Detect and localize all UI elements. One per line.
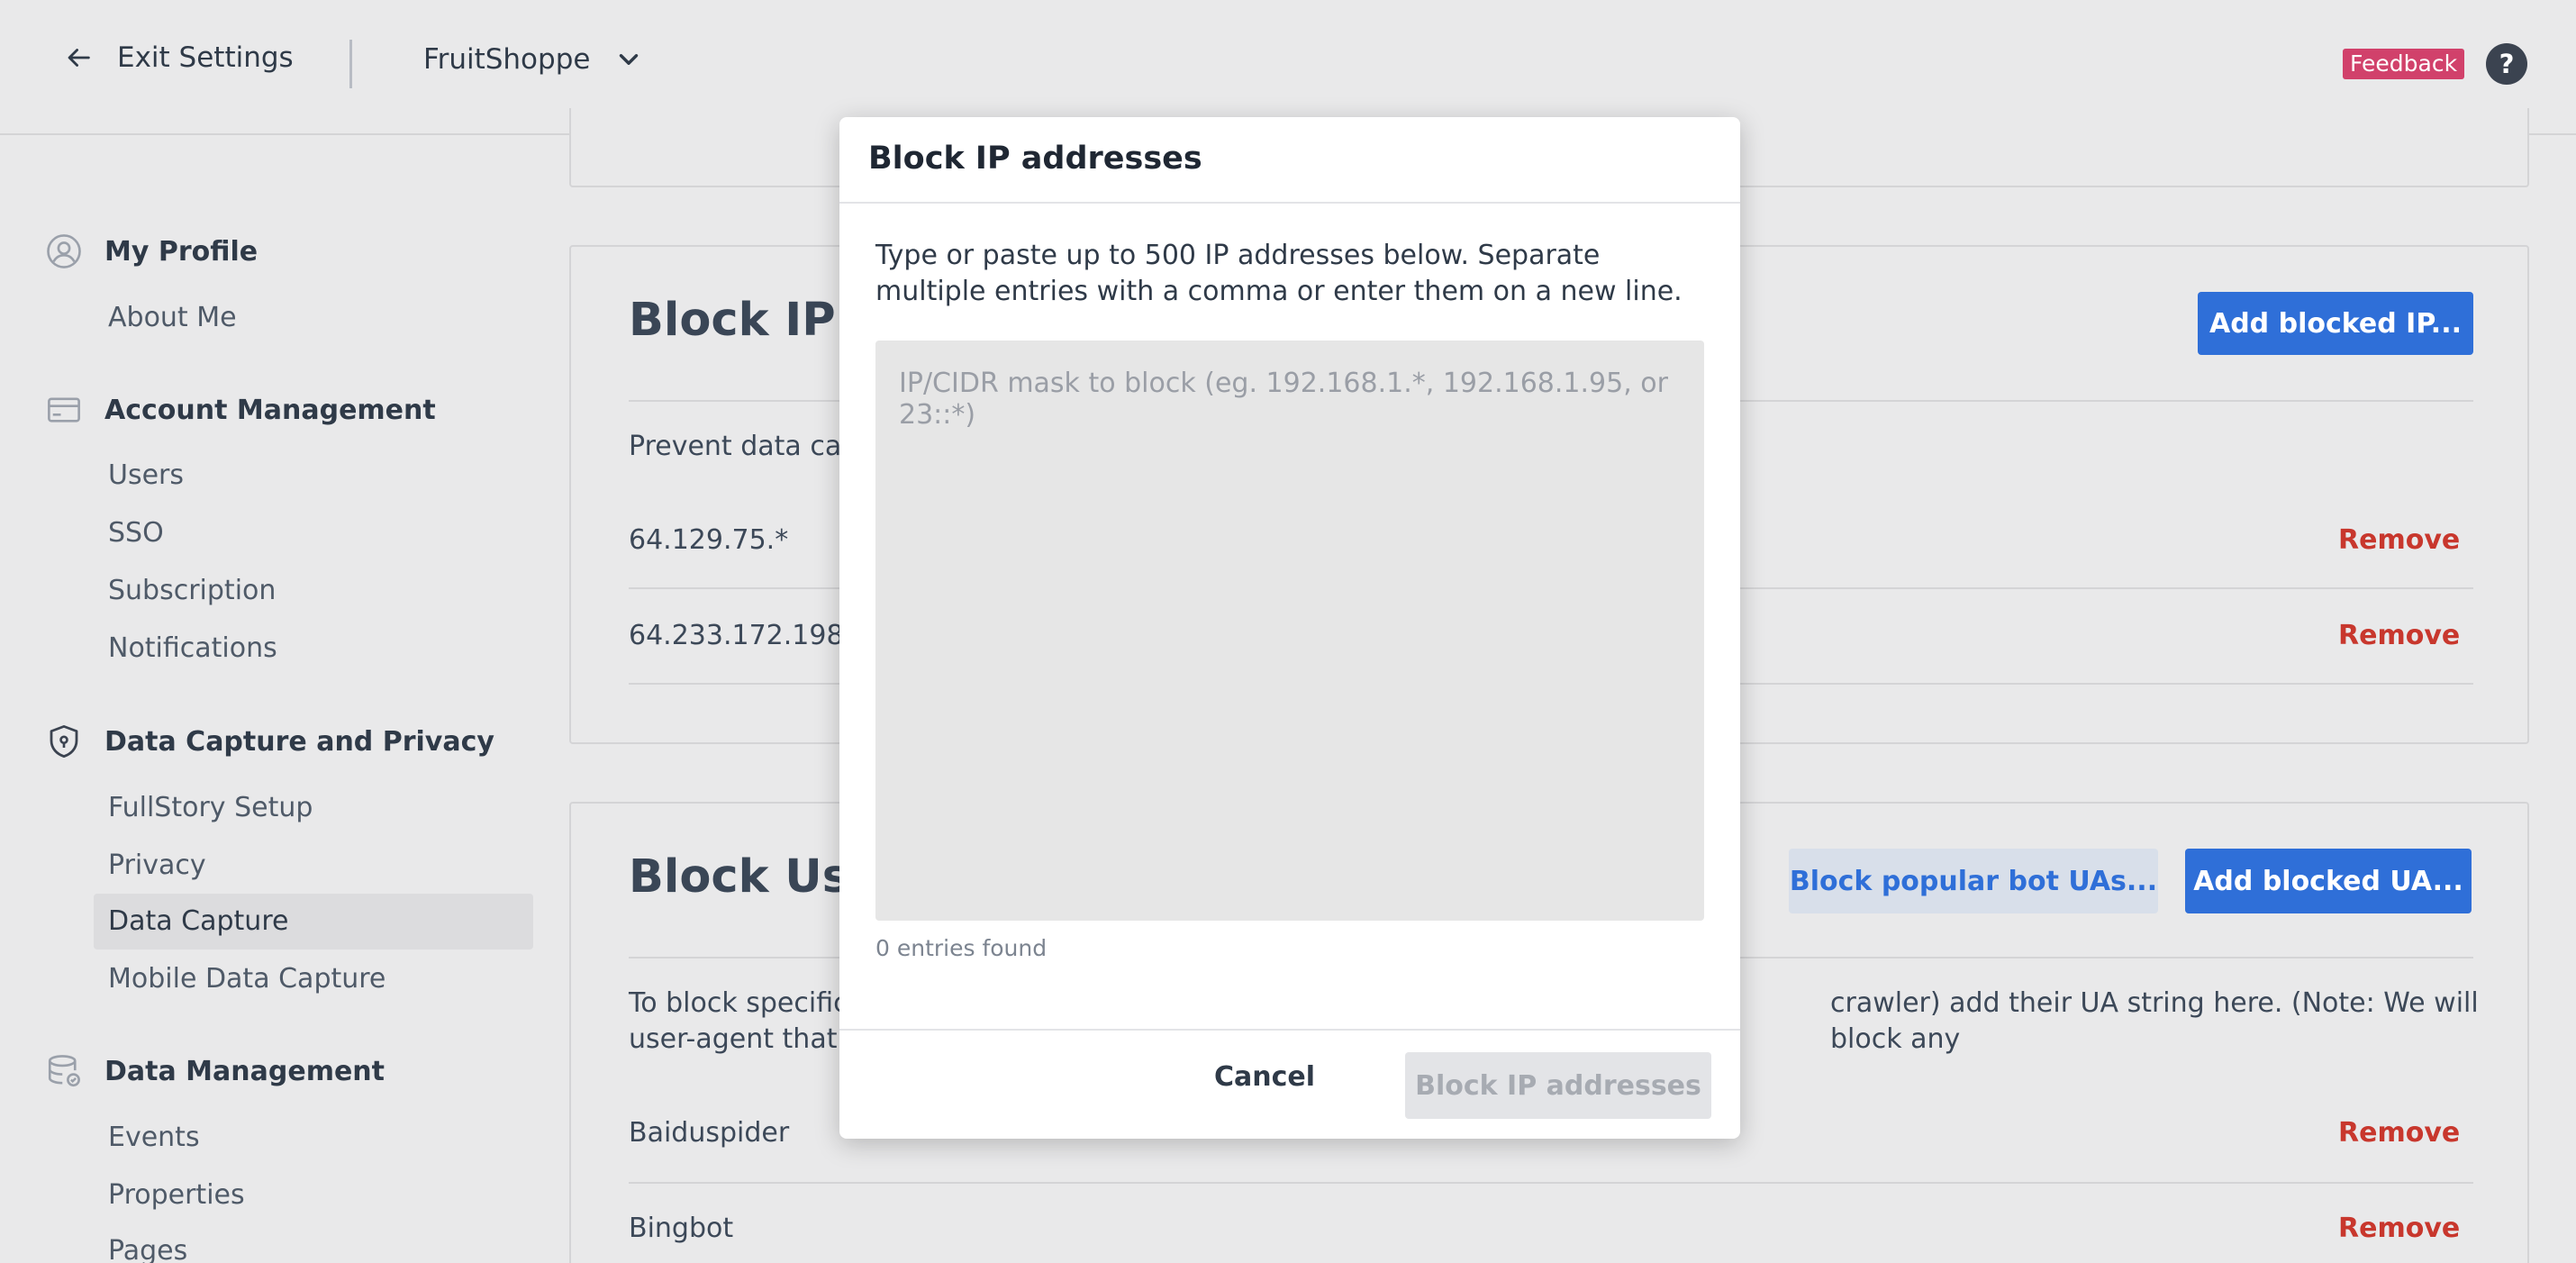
divider bbox=[629, 1182, 2473, 1184]
block-ua-description-left: To block specific bbox=[629, 987, 848, 1019]
blocked-ua-row-value: Bingbot bbox=[629, 1213, 734, 1244]
sidebar-item-subscription[interactable]: Subscription bbox=[94, 563, 533, 619]
sidebar-item-properties[interactable]: Properties bbox=[94, 1168, 533, 1223]
remove-ua-button[interactable]: Remove bbox=[2338, 1117, 2460, 1149]
add-blocked-ua-button[interactable]: Add blocked UA... bbox=[2185, 849, 2472, 913]
section-label: Data Management bbox=[104, 1055, 385, 1087]
block-ua-description-line2: user-agent that c bbox=[629, 1023, 861, 1055]
block-ip-modal: Block IP addresses Type or paste up to 5… bbox=[839, 117, 1740, 1139]
ip-addresses-textarea[interactable] bbox=[875, 341, 1704, 921]
database-icon bbox=[48, 1055, 80, 1087]
sidebar-item-privacy[interactable]: Privacy bbox=[94, 838, 533, 894]
add-blocked-ip-button[interactable]: Add blocked IP... bbox=[2198, 292, 2473, 355]
sidebar-item-data-capture[interactable]: Data Capture bbox=[94, 894, 533, 950]
remove-ip-button[interactable]: Remove bbox=[2338, 620, 2460, 651]
help-button[interactable]: ? bbox=[2486, 43, 2527, 85]
user-circle-icon bbox=[47, 234, 81, 268]
org-name: FruitShoppe bbox=[423, 43, 591, 76]
exit-settings-button[interactable]: Exit Settings bbox=[63, 41, 294, 74]
feedback-button[interactable]: Feedback bbox=[2343, 49, 2465, 79]
remove-ip-button[interactable]: Remove bbox=[2338, 524, 2460, 556]
shield-icon bbox=[50, 724, 78, 759]
remove-ua-button[interactable]: Remove bbox=[2338, 1213, 2460, 1244]
block-ua-description-right: crawler) add their UA string here. (Note… bbox=[1830, 987, 2479, 1055]
org-switcher[interactable]: FruitShoppe bbox=[423, 43, 644, 76]
block-ip-addresses-button[interactable]: Block IP addresses bbox=[1405, 1052, 1711, 1119]
cancel-button[interactable]: Cancel bbox=[1214, 1061, 1315, 1093]
sidebar-item-mobile-data-capture[interactable]: Mobile Data Capture bbox=[94, 951, 533, 1007]
section-label: My Profile bbox=[104, 235, 259, 268]
chevron-down-icon bbox=[620, 54, 639, 65]
sidebar-section-data-management: Data Management bbox=[45, 1052, 385, 1090]
section-label: Data Capture and Privacy bbox=[104, 725, 494, 758]
sidebar-item-fullstory-setup[interactable]: FullStory Setup bbox=[94, 780, 533, 836]
sidebar-section-data-capture-privacy: Data Capture and Privacy bbox=[45, 722, 494, 760]
blocked-ip-row-value: 64.129.75.* bbox=[629, 524, 789, 556]
section-label: Account Management bbox=[104, 394, 436, 426]
blocked-ip-row-value: 64.233.172.198 bbox=[629, 620, 844, 651]
sidebar-item-users[interactable]: Users bbox=[94, 448, 533, 504]
sidebar-item-pages[interactable]: Pages bbox=[94, 1223, 533, 1263]
sidebar-section-account-management: Account Management bbox=[45, 391, 436, 429]
modal-title: Block IP addresses bbox=[868, 141, 1202, 177]
modal-header-divider bbox=[839, 202, 1740, 204]
block-ip-description: Prevent data cap bbox=[629, 431, 859, 462]
modal-footer-divider bbox=[839, 1029, 1740, 1031]
exit-settings-label: Exit Settings bbox=[117, 41, 294, 74]
modal-description: Type or paste up to 500 IP addresses bel… bbox=[875, 240, 1683, 307]
sidebar-item-about-me[interactable]: About Me bbox=[94, 290, 533, 346]
entries-count: 0 entries found bbox=[875, 935, 1048, 961]
settings-sidebar: My Profile About Me Account Management U… bbox=[0, 135, 558, 1263]
sidebar-item-events[interactable]: Events bbox=[94, 1110, 533, 1166]
blocked-ua-row-value: Baiduspider bbox=[629, 1117, 790, 1149]
sidebar-section-my-profile: My Profile bbox=[45, 232, 258, 270]
credit-card-icon bbox=[48, 397, 80, 423]
sidebar-item-sso[interactable]: SSO bbox=[94, 505, 533, 561]
header-divider bbox=[349, 40, 352, 88]
block-popular-bots-button[interactable]: Block popular bot UAs... bbox=[1789, 849, 2158, 913]
sidebar-item-notifications[interactable]: Notifications bbox=[94, 621, 533, 677]
arrow-left-icon bbox=[68, 49, 90, 67]
